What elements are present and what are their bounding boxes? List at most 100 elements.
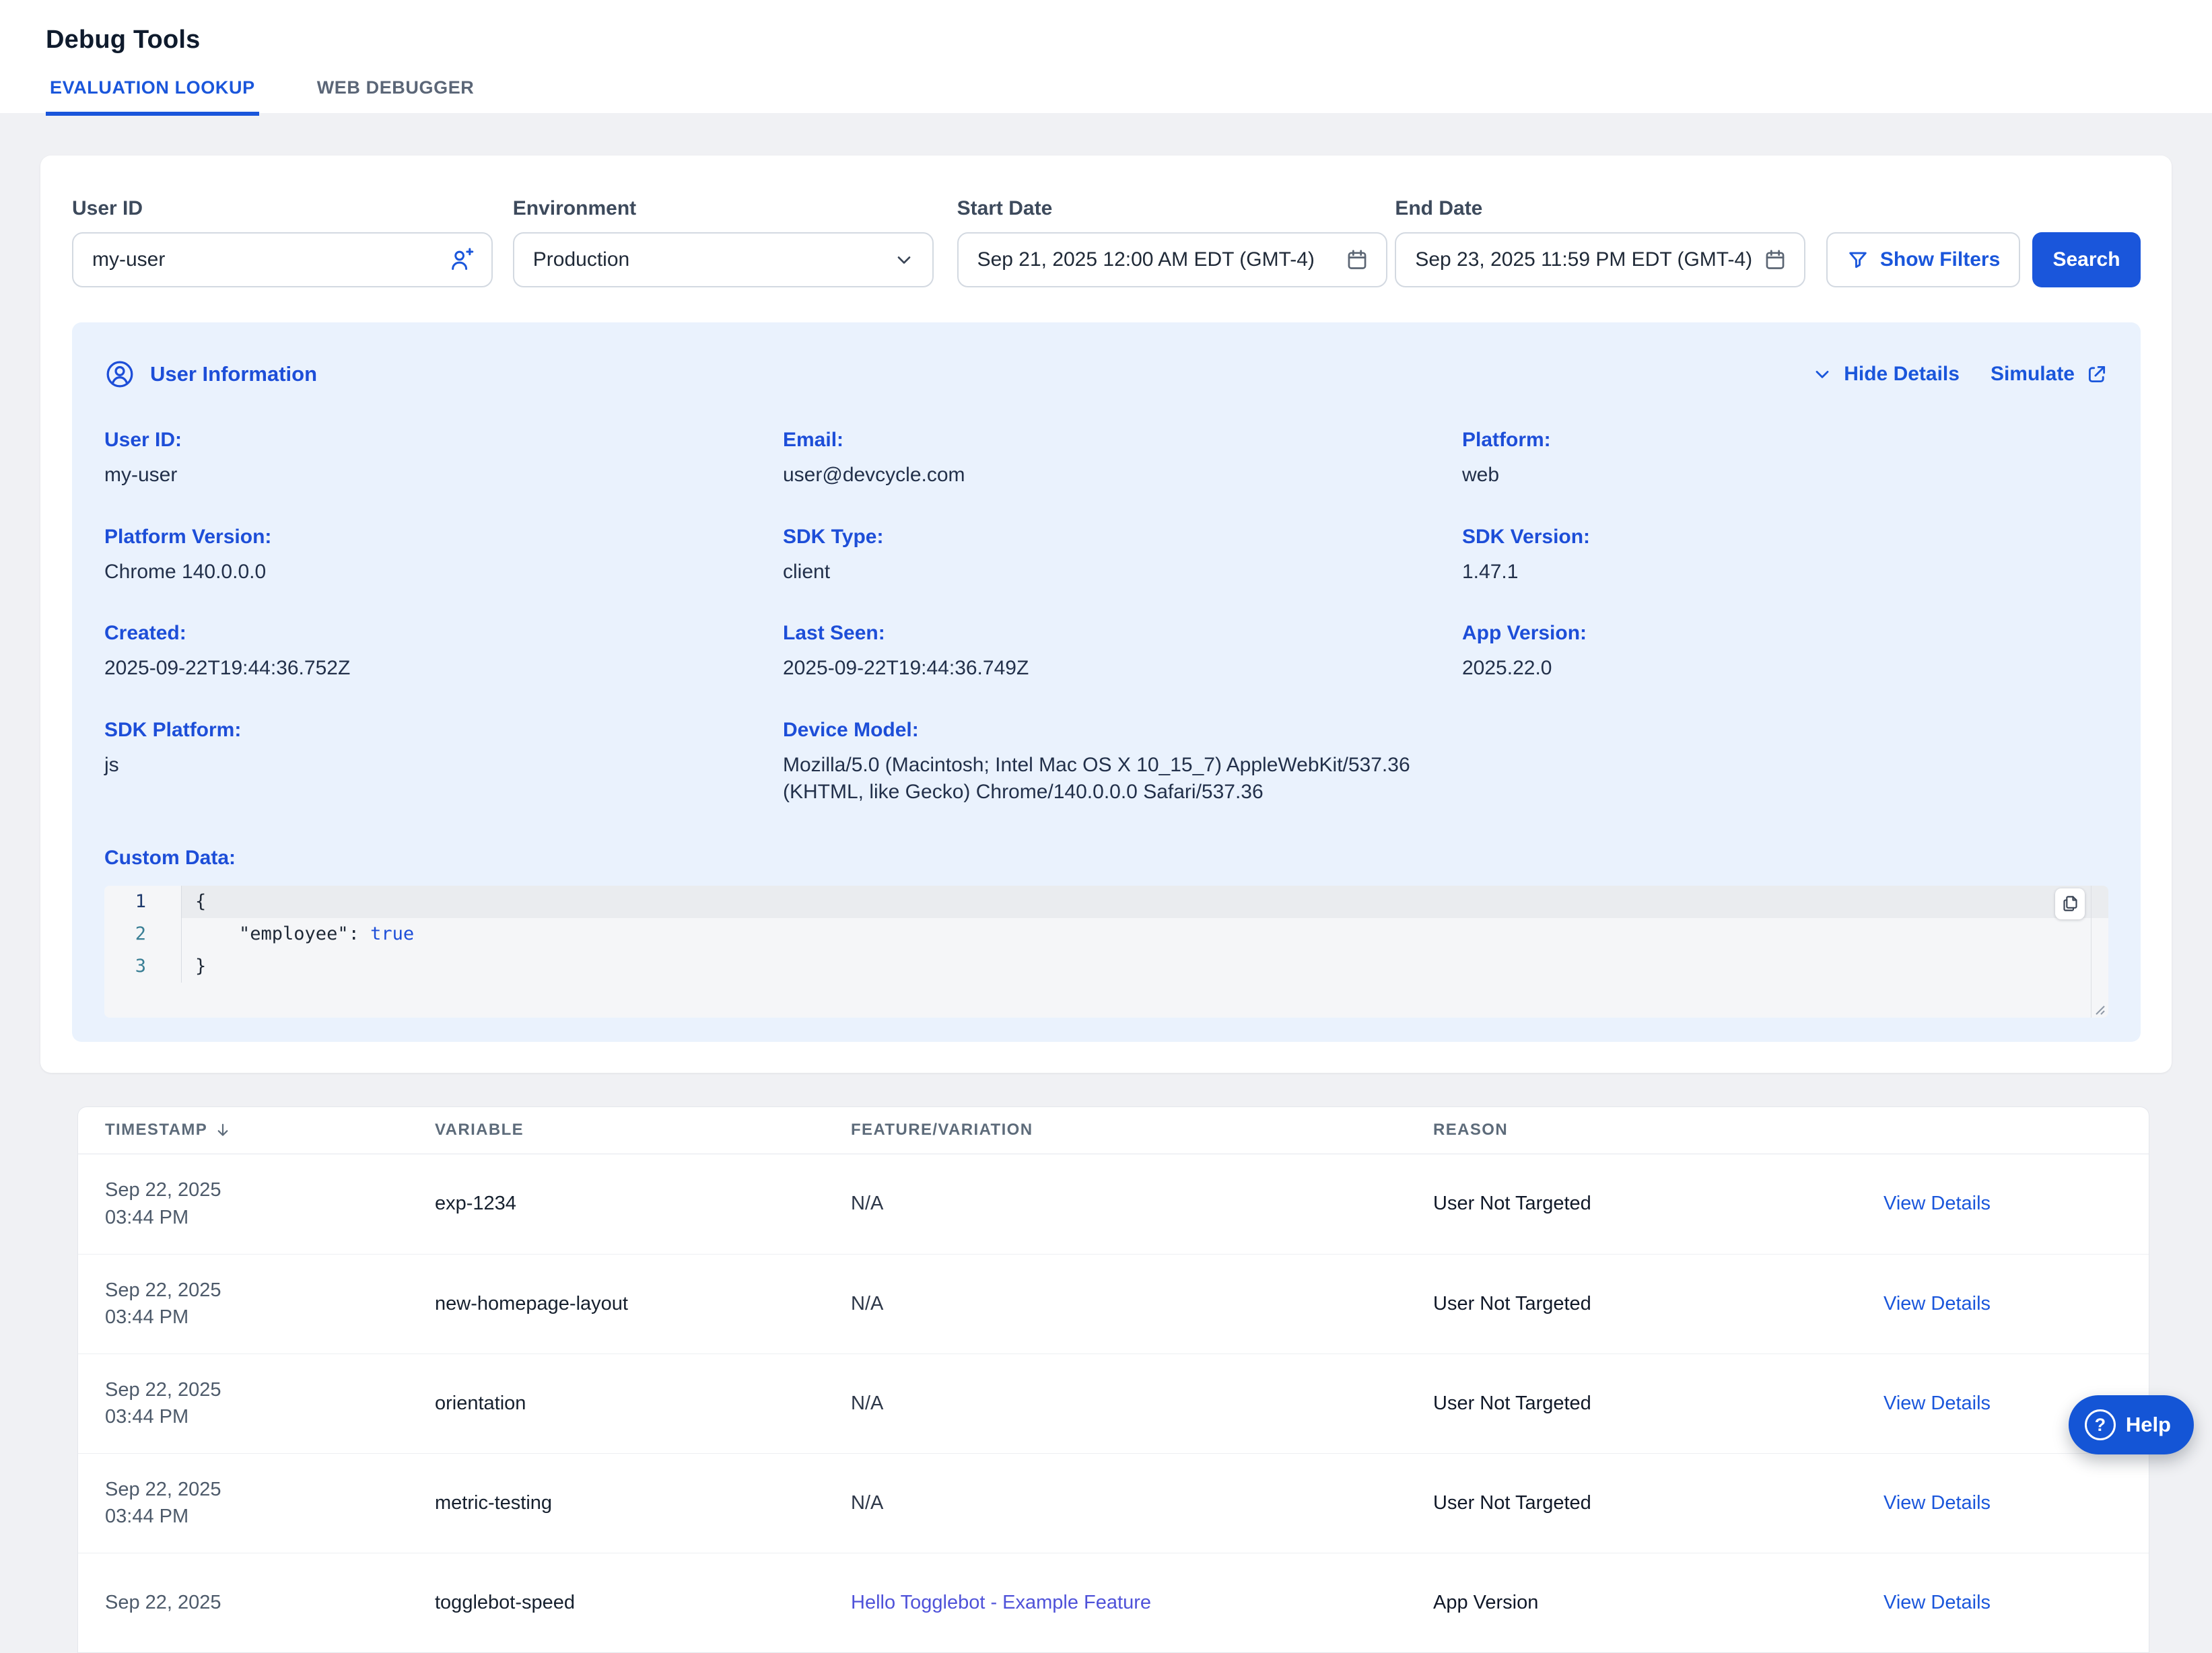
feature-variation-cell: N/A (851, 1293, 1433, 1315)
timestamp-cell: Sep 22, 202503:44 PM (105, 1176, 435, 1230)
actions-cell: View Details (1883, 1193, 2149, 1215)
field-value: 2025.22.0 (1462, 655, 2081, 682)
tab-web-debugger[interactable]: WEB DEBUGGER (313, 77, 479, 116)
end-date-input[interactable]: Sep 23, 2025 11:59 PM EDT (GMT-4) (1395, 232, 1805, 287)
table-row: Sep 22, 202503:44 PM orientation N/A Use… (78, 1353, 2149, 1453)
search-button[interactable]: Search (2032, 232, 2141, 287)
line-number: 1 (104, 886, 182, 918)
chevron-down-icon (893, 249, 915, 271)
field-label: Device Model: (783, 719, 1435, 742)
user-info-field-user-id: User ID: my-user (104, 429, 783, 489)
feature-variation-cell: Hello Togglebot - Example Feature (851, 1592, 1433, 1614)
simulate-button[interactable]: Simulate (1991, 363, 2108, 386)
hide-details-button[interactable]: Hide Details (1811, 363, 1960, 386)
code-content: } (182, 950, 2108, 983)
actions-cell: View Details (1883, 1293, 2149, 1315)
editor-scroll-gutter (2091, 886, 2092, 1018)
calendar-icon[interactable] (1764, 248, 1787, 271)
user-info-field-email: Email: user@devcycle.com (783, 429, 1462, 489)
copy-button[interactable] (2055, 888, 2085, 919)
custom-data-editor[interactable]: 1 { 2 "employee": true 3 } (104, 886, 2108, 1018)
variable-cell: new-homepage-layout (435, 1293, 851, 1315)
start-date-value: Sep 21, 2025 12:00 AM EDT (GMT-4) (977, 248, 1346, 271)
table-body: Sep 22, 202503:44 PM exp-1234 N/A User N… (78, 1154, 2149, 1652)
view-details-link[interactable]: View Details (1883, 1393, 1991, 1414)
field-value: user@devcycle.com (783, 462, 1435, 489)
field-label: Platform: (1462, 429, 2081, 452)
field-value: js (104, 752, 756, 779)
user-info-field-last-seen: Last Seen: 2025-09-22T19:44:36.749Z (783, 622, 1462, 682)
view-details-link[interactable]: View Details (1883, 1492, 1991, 1514)
code-line: 2 "employee": true (104, 918, 2108, 950)
variable-cell: exp-1234 (435, 1193, 851, 1215)
calendar-icon[interactable] (1346, 248, 1369, 271)
start-date-label: Start Date (957, 197, 1388, 220)
actions-cell: View Details (1883, 1492, 2149, 1514)
field-value: Mozilla/5.0 (Macintosh; Intel Mac OS X 1… (783, 752, 1435, 806)
field-label: SDK Type: (783, 526, 1435, 549)
field-label: SDK Version: (1462, 526, 2081, 549)
user-circle-icon (104, 359, 135, 390)
user-info-field-sdk-type: SDK Type: client (783, 526, 1462, 586)
environment-field-group: Environment Production (513, 197, 934, 287)
variable-cell: togglebot-speed (435, 1592, 851, 1614)
variable-cell: orientation (435, 1393, 851, 1415)
end-date-value: Sep 23, 2025 11:59 PM EDT (GMT-4) (1415, 248, 1764, 271)
table-header-row: TIMESTAMP VARIABLE FEATURE/VARIATION REA… (78, 1107, 2149, 1154)
column-header-reason: REASON (1433, 1121, 1883, 1139)
feature-variation-cell: N/A (851, 1393, 1433, 1415)
feature-link[interactable]: Hello Togglebot - Example Feature (851, 1592, 1151, 1613)
code-line: 3 } (104, 950, 2108, 983)
custom-data-label: Custom Data: (104, 847, 2108, 870)
feature-variation-cell: N/A (851, 1193, 1433, 1215)
reason-cell: User Not Targeted (1433, 1293, 1883, 1315)
table-row: Sep 22, 202503:44 PM new-homepage-layout… (78, 1254, 2149, 1353)
field-label: Email: (783, 429, 1435, 452)
filter-funnel-icon (1846, 248, 1869, 271)
timestamp-cell: Sep 22, 2025 (105, 1589, 435, 1616)
user-info-field-platform-version: Platform Version: Chrome 140.0.0.0 (104, 526, 783, 586)
copy-icon (2061, 894, 2079, 913)
column-header-feature-variation: FEATURE/VARIATION (851, 1121, 1433, 1139)
table-row: Sep 22, 202503:44 PM exp-1234 N/A User N… (78, 1154, 2149, 1254)
view-details-link[interactable]: View Details (1883, 1193, 1991, 1214)
column-header-variable: VARIABLE (435, 1121, 851, 1139)
view-details-link[interactable]: View Details (1883, 1592, 1991, 1613)
field-value: 1.47.1 (1462, 559, 2081, 586)
field-value: 2025-09-22T19:44:36.749Z (783, 655, 1435, 682)
user-information-fields: User ID: my-user Email: user@devcycle.co… (104, 429, 2108, 806)
end-date-field-group: End Date Sep 23, 2025 11:59 PM EDT (GMT-… (1395, 197, 1805, 287)
feature-variation-cell: N/A (851, 1492, 1433, 1514)
simulate-label: Simulate (1991, 363, 2075, 386)
tab-evaluation-lookup[interactable]: EVALUATION LOOKUP (46, 77, 259, 116)
reason-cell: App Version (1433, 1592, 1883, 1614)
code-content: { (182, 886, 2108, 918)
user-information-panel: User Information Hide Details Simulate (72, 322, 2141, 1042)
field-value: my-user (104, 462, 756, 489)
environment-selected-value: Production (533, 248, 893, 271)
timestamp-cell: Sep 22, 202503:44 PM (105, 1476, 435, 1530)
show-filters-button[interactable]: Show Filters (1826, 232, 2020, 287)
user-id-input[interactable] (92, 248, 448, 271)
code-line: 1 { (104, 886, 2108, 918)
search-label: Search (2052, 248, 2120, 271)
column-header-timestamp[interactable]: TIMESTAMP (105, 1121, 435, 1139)
view-details-link[interactable]: View Details (1883, 1293, 1991, 1314)
user-information-title: User Information (150, 362, 317, 386)
search-form: User ID Environment Production (72, 197, 2141, 287)
timestamp-cell: Sep 22, 202503:44 PM (105, 1277, 435, 1331)
help-label: Help (2126, 1413, 2171, 1437)
timestamp-cell: Sep 22, 202503:44 PM (105, 1376, 435, 1430)
line-number: 2 (104, 918, 182, 950)
help-button[interactable]: ? Help (2069, 1395, 2194, 1454)
table-row: Sep 22, 202503:44 PM metric-testing N/A … (78, 1453, 2149, 1553)
question-mark-icon: ? (2085, 1409, 2116, 1440)
resize-handle[interactable] (2091, 1001, 2106, 1016)
field-value: web (1462, 462, 2081, 489)
environment-select[interactable]: Production (513, 232, 934, 287)
user-info-field-platform: Platform: web (1462, 429, 2108, 489)
start-date-input[interactable]: Sep 21, 2025 12:00 AM EDT (GMT-4) (957, 232, 1388, 287)
hide-details-label: Hide Details (1844, 363, 1960, 386)
evaluations-table: TIMESTAMP VARIABLE FEATURE/VARIATION REA… (77, 1106, 2149, 1653)
reason-cell: User Not Targeted (1433, 1193, 1883, 1215)
